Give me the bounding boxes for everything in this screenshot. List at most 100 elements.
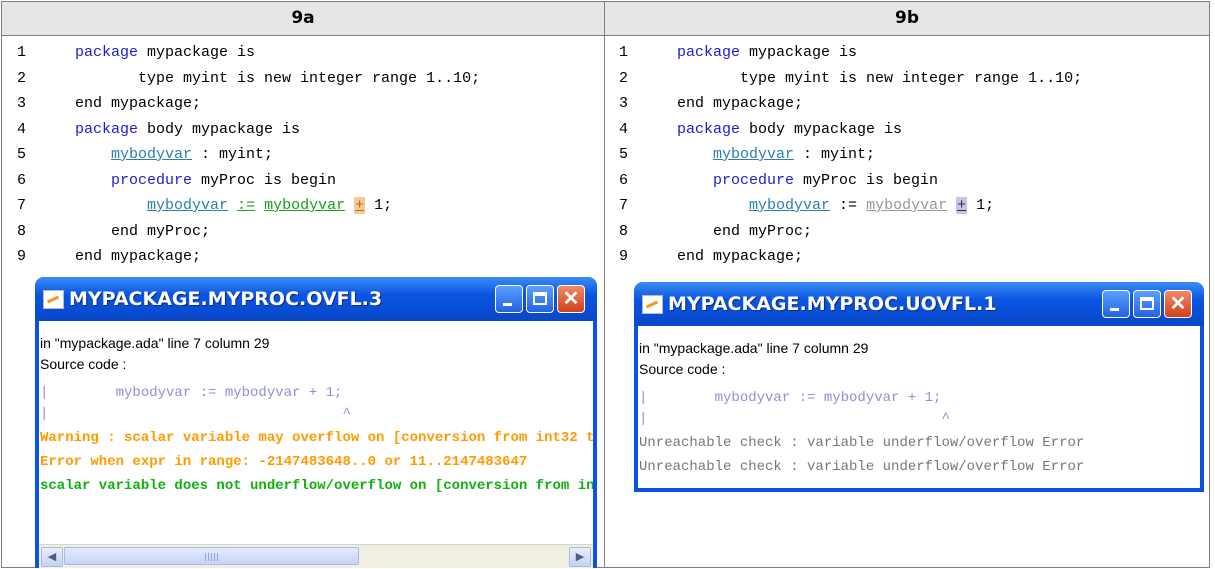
column-divider [604,2,605,567]
close-icon: ✕ [562,288,580,310]
window-title: MYPACKAGE.MYPROC.UOVFL.1 [668,293,997,315]
line-number: 8 [619,222,629,240]
code-text: end myProc; [111,222,211,240]
line-number: 2 [17,69,27,87]
code-line: 6 procedure myProc is begin [17,168,480,194]
check-details-window-9a[interactable]: MYPACKAGE.MYPROC.OVFL.3 ✕ in "mypackage.… [35,277,597,568]
close-button[interactable]: ✕ [1164,290,1192,318]
line-number: 1 [17,44,27,61]
unreachable-message: Unreachable check : variable underflow/o… [639,459,1085,475]
arrow-left-icon: ◀ [47,551,57,563]
line-number: 6 [619,171,629,189]
window-content: in "mypackage.ada" line 7 column 29 Sour… [638,326,1200,488]
source-code-label: Source code : [639,361,726,377]
code-text: end mypackage; [75,248,202,265]
minimize-icon [503,303,512,306]
code-line: 8 end myProc; [17,219,480,245]
code-line: 3 end mypackage; [619,91,1082,117]
plus-operator-check[interactable]: + [354,197,366,214]
code-line: 7 mybodyvar := mybodyvar + 1; [17,193,480,219]
source-code-label: Source code : [40,356,127,372]
code-text: body mypackage is [740,120,903,138]
minimize-button[interactable] [1102,290,1130,318]
variable-link[interactable]: mybodyvar [749,197,830,214]
horizontal-scrollbar[interactable]: ◀ ▶ [39,544,593,568]
code-text: end mypackage; [677,95,804,112]
line-number: 8 [17,222,27,240]
line-number: 1 [619,44,629,61]
keyword: procedure [111,171,193,189]
code-line: 2 type myint is new integer range 1..10; [619,66,1082,92]
window-titlebar[interactable]: MYPACKAGE.MYPROC.UOVFL.1 ✕ [634,282,1204,326]
line-number: 5 [619,146,629,163]
unreachable-message: Unreachable check : variable underflow/o… [639,435,1085,451]
maximize-button[interactable] [526,285,554,313]
code-line: 2 type myint is new integer range 1..10; [17,66,480,92]
proven-message: scalar variable does not underflow/overf… [40,478,593,494]
code-line: 8 end myProc; [619,219,1082,245]
code-line: 9 end mypackage; [619,244,1082,270]
caret-line: | ^ [639,411,950,427]
plus-operator-check[interactable]: + [956,197,968,214]
code-listing-9a: 1 package mypackage is 2 type myint is ne… [17,40,480,270]
check-details-window-9b[interactable]: MYPACKAGE.MYPROC.UOVFL.1 ✕ in "mypackage… [634,282,1204,492]
variable-link-checked[interactable]: mybodyvar [264,197,345,214]
warning-message: Warning : scalar variable may overflow o… [40,430,593,446]
line-number: 5 [17,146,27,163]
line-number: 9 [17,248,27,265]
code-line: 1 package mypackage is [619,40,1082,66]
code-text: body mypackage is [138,120,301,138]
variable-link[interactable]: mybodyvar [147,197,228,214]
line-number: 3 [17,95,27,112]
line-number: 2 [619,69,629,87]
keyword: procedure [713,171,795,189]
panel-9b-header: 9b [605,2,1209,36]
arrow-right-icon: ▶ [575,551,585,563]
code-text: end mypackage; [75,95,202,112]
assign-operator-check[interactable]: := [237,197,255,214]
close-icon: ✕ [1169,293,1187,315]
scrollbar-thumb[interactable] [64,547,359,565]
code-line: 9 end mypackage; [17,244,480,270]
code-text: end myProc; [713,222,813,240]
code-line: 3 end mypackage; [17,91,480,117]
panel-9a-header: 9a [2,2,604,36]
code-line: 5 mybodyvar : myint; [619,142,1082,168]
minimize-icon [1110,308,1119,311]
minimize-button[interactable] [495,285,523,313]
code-text: end mypackage; [677,248,804,265]
variable-link[interactable]: mybodyvar [713,146,794,163]
line-number: 4 [17,120,27,138]
code-text: 1; [967,197,995,214]
code-text: myProc is begin [192,171,337,189]
code-line: 4 package body mypackage is [17,117,480,143]
scroll-left-button[interactable]: ◀ [41,547,63,567]
maximize-icon [533,292,547,305]
location-text: in "mypackage.ada" line 7 column 29 [639,340,869,356]
code-text: 1; [365,197,393,214]
close-button[interactable]: ✕ [557,285,585,313]
variable-link-unreachable[interactable]: mybodyvar [866,197,947,214]
code-line: 5 mybodyvar : myint; [17,142,480,168]
line-number: 4 [619,120,629,138]
error-message: Error when expr in range: -2147483648..0… [40,454,528,470]
location-text: in "mypackage.ada" line 7 column 29 [40,335,270,351]
code-line: 4 package body mypackage is [619,117,1082,143]
code-line: 7 mybodyvar := mybodyvar + 1; [619,193,1082,219]
code-text: : myint; [794,146,876,163]
keyword: package [75,44,139,61]
code-text: : myint; [192,146,274,163]
assign-operator: := [839,197,858,214]
app-icon [642,295,663,314]
window-titlebar[interactable]: MYPACKAGE.MYPROC.OVFL.3 ✕ [35,277,597,321]
maximize-button[interactable] [1133,290,1161,318]
line-number: 7 [17,197,27,214]
scroll-right-button[interactable]: ▶ [569,547,591,567]
code-line: 6 procedure myProc is begin [619,168,1082,194]
code-text: type myint is new integer range 1..10; [138,69,481,87]
variable-link[interactable]: mybodyvar [111,146,192,163]
code-text: myProc is begin [794,171,939,189]
code-listing-9b: 1 package mypackage is 2 type myint is ne… [619,40,1082,270]
code-text: mypackage is [138,44,256,61]
code-line: 1 package mypackage is [17,40,480,66]
